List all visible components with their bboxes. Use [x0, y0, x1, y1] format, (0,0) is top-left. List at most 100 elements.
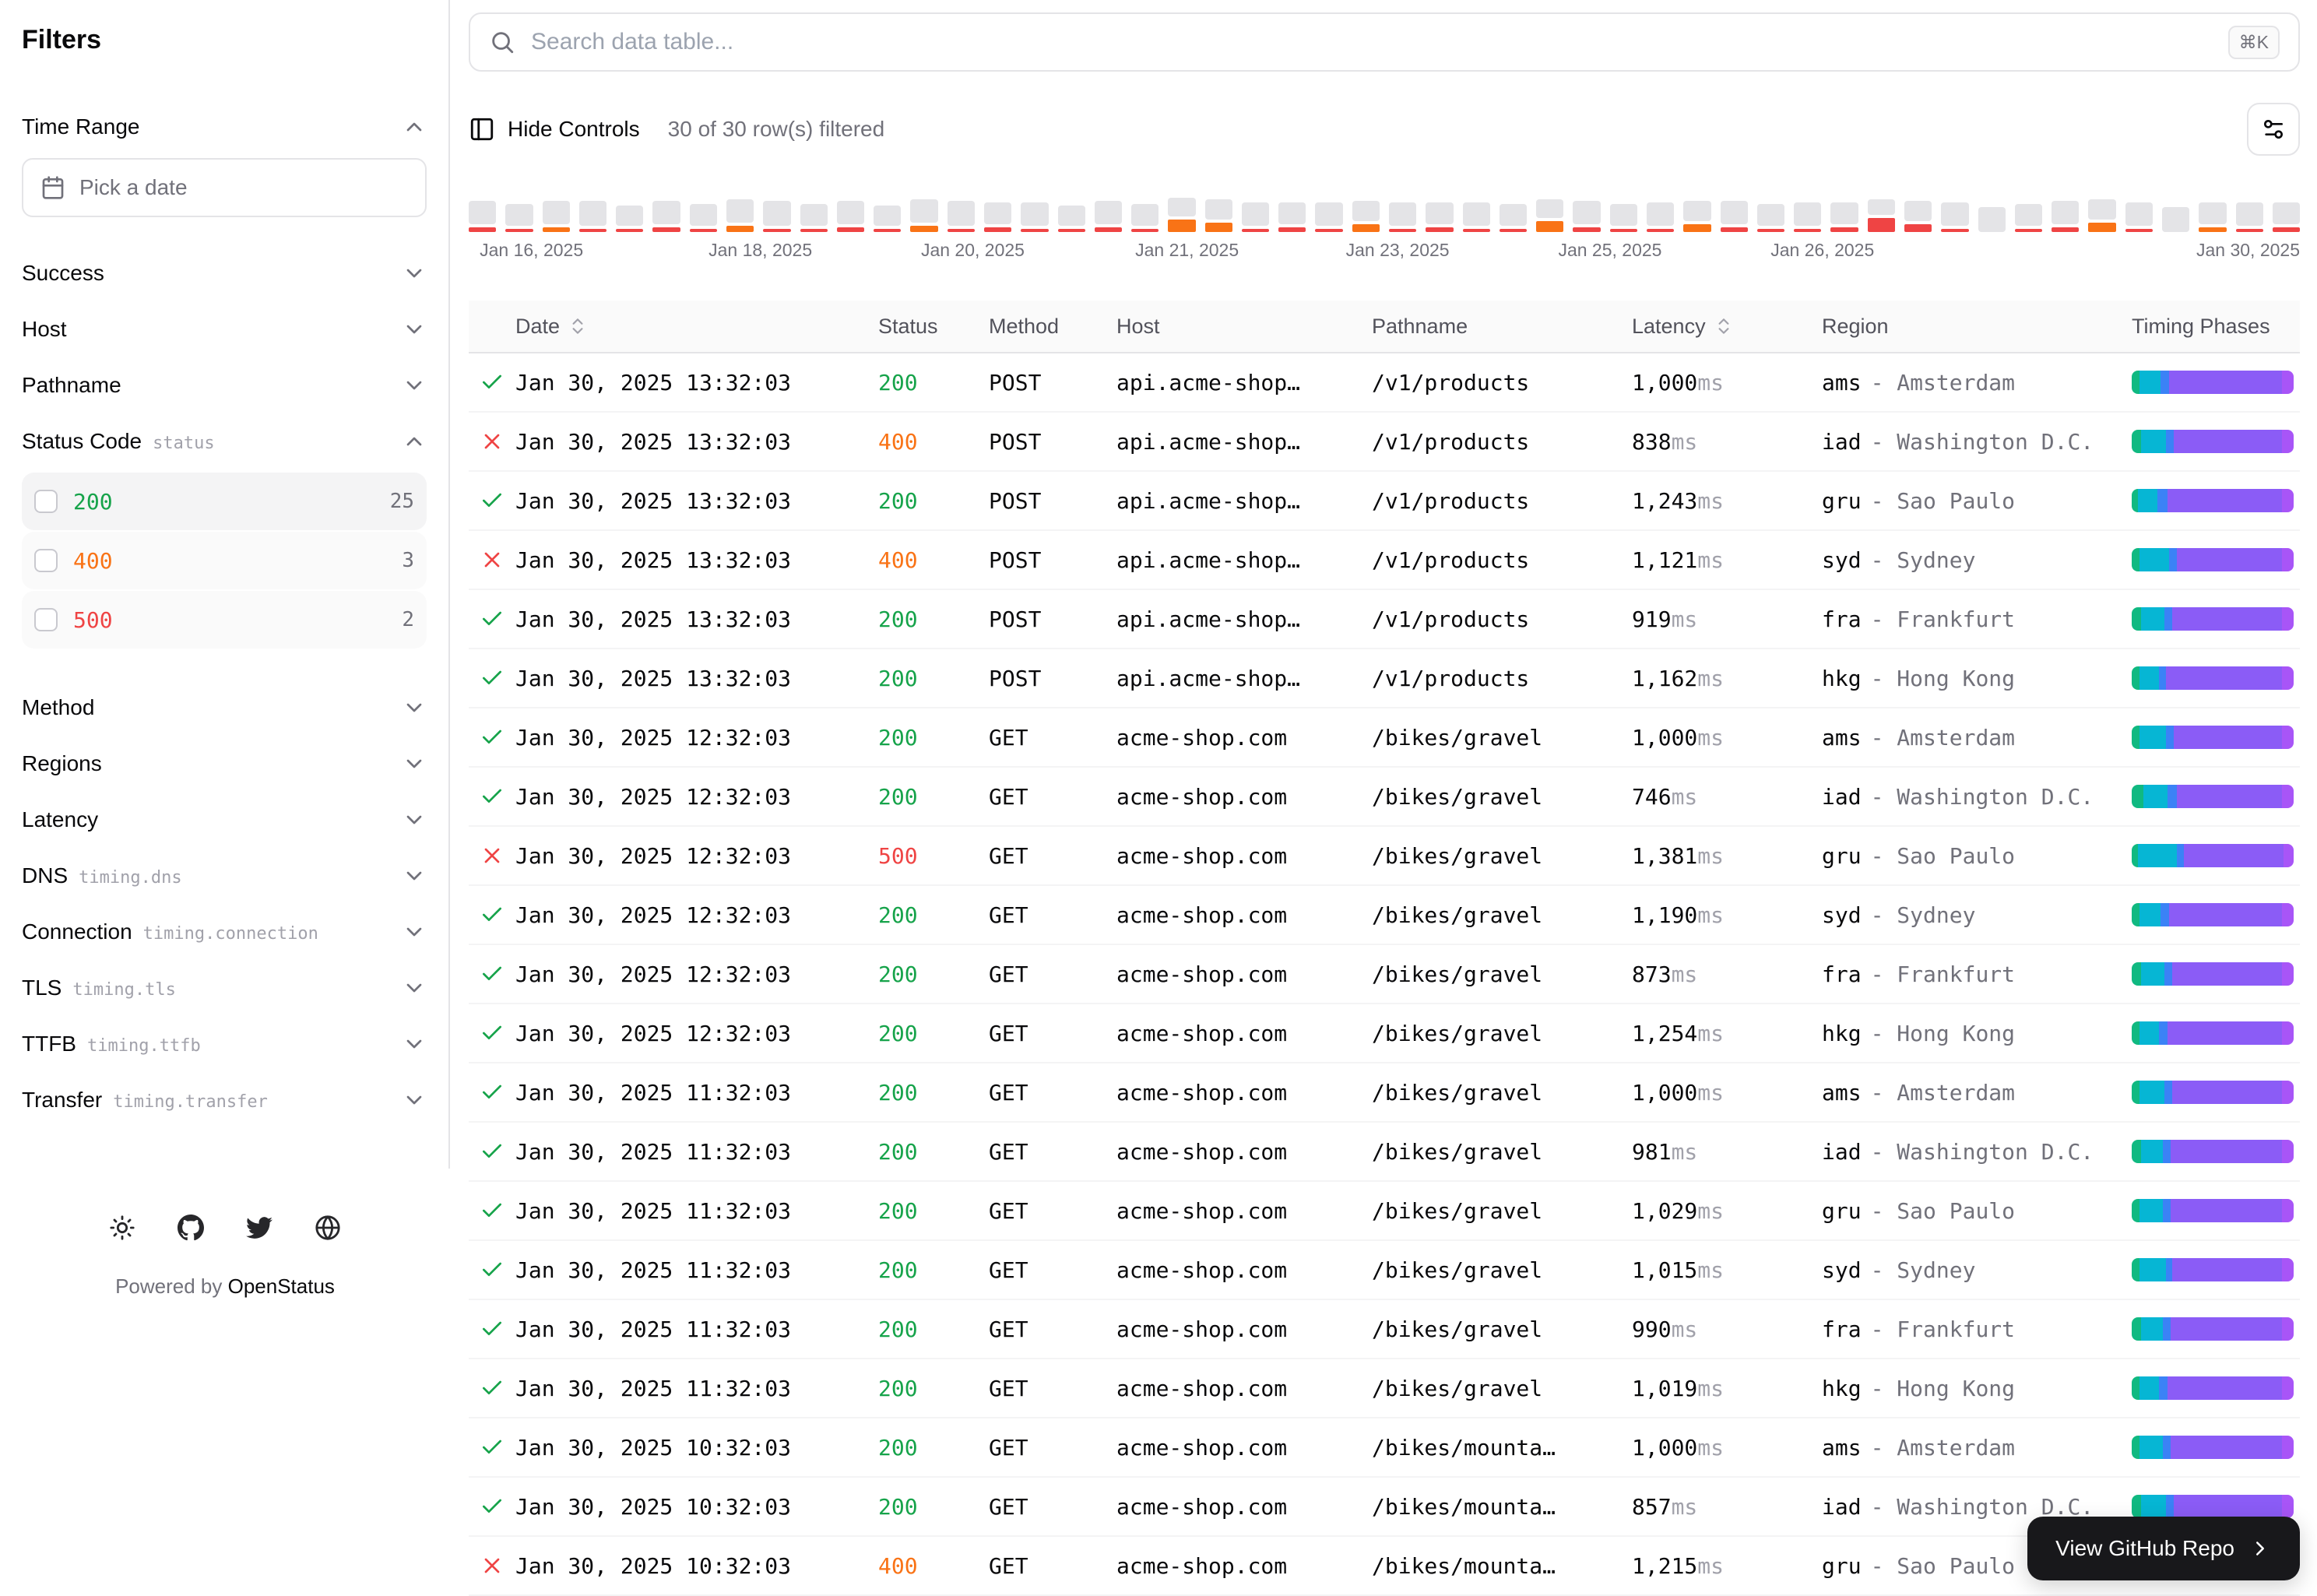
timeline-bar[interactable]: [726, 195, 754, 232]
timeline-bar[interactable]: [763, 195, 790, 232]
timeline-bar[interactable]: [1830, 195, 1858, 232]
timeline-bar[interactable]: [800, 195, 828, 232]
timeline-bar[interactable]: [1904, 195, 1932, 232]
table-row[interactable]: Jan 30, 2025 13:32:03200POSTapi.acme-sho…: [469, 472, 2300, 531]
github-link-button[interactable]: [166, 1203, 216, 1253]
table-row[interactable]: Jan 30, 2025 11:32:03200GETacme-shop.com…: [469, 1300, 2300, 1359]
timeline-bar[interactable]: [1058, 195, 1085, 232]
filter-section-toggle-latency[interactable]: Latency: [22, 792, 427, 848]
timeline-bar[interactable]: [1242, 195, 1269, 232]
table-row[interactable]: Jan 30, 2025 11:32:03200GETacme-shop.com…: [469, 1123, 2300, 1182]
timeline-bar[interactable]: [2273, 195, 2300, 232]
timeline-bar[interactable]: [2236, 195, 2263, 232]
timeline-bar[interactable]: [1573, 195, 1600, 232]
twitter-link-button[interactable]: [234, 1203, 284, 1253]
timeline-bar[interactable]: [1426, 195, 1453, 232]
timeline-bar[interactable]: [1168, 195, 1195, 232]
website-link-button[interactable]: [303, 1203, 353, 1253]
timeline-bar[interactable]: [1205, 195, 1232, 232]
table-row[interactable]: Jan 30, 2025 11:32:03200GETacme-shop.com…: [469, 1241, 2300, 1300]
timeline-bar[interactable]: [469, 195, 496, 232]
timeline-bar[interactable]: [505, 195, 533, 232]
timeline-bar[interactable]: [1463, 195, 1490, 232]
timeline-bar[interactable]: [2052, 195, 2079, 232]
table-row[interactable]: Jan 30, 2025 10:32:03200GETacme-shop.com…: [469, 1478, 2300, 1537]
table-row[interactable]: Jan 30, 2025 13:32:03400POSTapi.acme-sho…: [469, 413, 2300, 472]
timeline-bar[interactable]: [2015, 195, 2042, 232]
table-row[interactable]: Jan 30, 2025 12:32:03200GETacme-shop.com…: [469, 1004, 2300, 1063]
table-row[interactable]: Jan 30, 2025 11:32:03200GETacme-shop.com…: [469, 1182, 2300, 1241]
timeline-bar[interactable]: [652, 195, 680, 232]
timeline-bar[interactable]: [1352, 195, 1380, 232]
timeline-bar[interactable]: [1278, 195, 1306, 232]
table-row[interactable]: Jan 30, 2025 10:32:03200GETacme-shop.com…: [469, 1418, 2300, 1478]
status-option-500[interactable]: 5002: [22, 591, 427, 649]
timeline-bar[interactable]: [984, 195, 1011, 232]
timeline-bar[interactable]: [1757, 195, 1784, 232]
hide-controls-button[interactable]: Hide Controls: [469, 116, 640, 142]
timeline-bar[interactable]: [2162, 195, 2189, 232]
timeline-bar[interactable]: [1647, 195, 1674, 232]
timeline-bar[interactable]: [690, 195, 717, 232]
table-row[interactable]: Jan 30, 2025 13:32:03200POSTapi.acme-sho…: [469, 353, 2300, 413]
filter-section-toggle-ttfb[interactable]: TTFBtiming.ttfb: [22, 1016, 427, 1072]
filter-section-toggle-status-code[interactable]: Status Codestatus: [22, 413, 427, 469]
search-input[interactable]: [531, 29, 2213, 55]
filter-section-toggle-regions[interactable]: Regions: [22, 736, 427, 792]
timeline-bar[interactable]: [1389, 195, 1416, 232]
table-row[interactable]: Jan 30, 2025 12:32:03200GETacme-shop.com…: [469, 945, 2300, 1004]
table-row[interactable]: Jan 30, 2025 13:32:03200POSTapi.acme-sho…: [469, 649, 2300, 708]
timeline-bar[interactable]: [837, 195, 864, 232]
date-picker-trigger[interactable]: Pick a date: [22, 158, 427, 217]
table-row[interactable]: Jan 30, 2025 11:32:03200GETacme-shop.com…: [469, 1063, 2300, 1123]
theme-toggle-button[interactable]: [97, 1203, 147, 1253]
timeline-bar[interactable]: [1315, 195, 1342, 232]
table-row[interactable]: Jan 30, 2025 13:32:03400POSTapi.acme-sho…: [469, 531, 2300, 590]
timeline-bar[interactable]: [1683, 195, 1711, 232]
timeline-bar[interactable]: [1794, 195, 1821, 232]
timeline-bar[interactable]: [1868, 195, 1895, 232]
checkbox-icon[interactable]: [34, 490, 58, 513]
timeline-bar[interactable]: [1021, 195, 1048, 232]
timeline-bar[interactable]: [1978, 195, 2006, 232]
timeline-bar[interactable]: [948, 195, 975, 232]
table-row[interactable]: Jan 30, 2025 12:32:03200GETacme-shop.com…: [469, 708, 2300, 768]
timeline-bar[interactable]: [543, 195, 570, 232]
timeline-bar[interactable]: [1536, 195, 1563, 232]
timeline-bar[interactable]: [579, 195, 606, 232]
status-option-200[interactable]: 20025: [22, 473, 427, 530]
filter-section-toggle-time-range[interactable]: Time Range: [22, 99, 427, 155]
filter-section-toggle-dns[interactable]: DNStiming.dns: [22, 848, 427, 904]
timeline-bar[interactable]: [1610, 195, 1637, 232]
filter-section-toggle-transfer[interactable]: Transfertiming.transfer: [22, 1072, 427, 1128]
status-option-400[interactable]: 4003: [22, 532, 427, 589]
timeline-bar[interactable]: [616, 195, 643, 232]
timeline-bar[interactable]: [1131, 195, 1158, 232]
column-header-date[interactable]: Date: [515, 315, 878, 339]
filter-section-toggle-host[interactable]: Host: [22, 301, 427, 357]
filter-section-toggle-method[interactable]: Method: [22, 680, 427, 736]
timeline-bar[interactable]: [2199, 195, 2226, 232]
view-github-repo-button[interactable]: View GitHub Repo: [2027, 1517, 2300, 1580]
timeline-bar[interactable]: [1941, 195, 1968, 232]
filter-section-toggle-connection[interactable]: Connectiontiming.connection: [22, 904, 427, 960]
table-row[interactable]: Jan 30, 2025 12:32:03200GETacme-shop.com…: [469, 768, 2300, 827]
timeline-bar[interactable]: [1500, 195, 1527, 232]
timeline-bar[interactable]: [910, 195, 937, 232]
timeline-bar[interactable]: [2125, 195, 2153, 232]
table-row[interactable]: Jan 30, 2025 12:32:03200GETacme-shop.com…: [469, 886, 2300, 945]
timeline-bar[interactable]: [1721, 195, 1748, 232]
checkbox-icon[interactable]: [34, 549, 58, 572]
timeline-bar[interactable]: [2088, 195, 2115, 232]
view-options-button[interactable]: [2247, 103, 2300, 156]
timeline-bar[interactable]: [874, 195, 901, 232]
timeline-bar[interactable]: [1095, 195, 1122, 232]
checkbox-icon[interactable]: [34, 608, 58, 631]
filter-section-toggle-tls[interactable]: TLStiming.tls: [22, 960, 427, 1016]
column-header-latency[interactable]: Latency: [1632, 315, 1822, 339]
openstatus-link[interactable]: OpenStatus: [228, 1274, 335, 1298]
filter-section-toggle-success[interactable]: Success: [22, 245, 427, 301]
table-row[interactable]: Jan 30, 2025 12:32:03500GETacme-shop.com…: [469, 827, 2300, 886]
table-row[interactable]: Jan 30, 2025 13:32:03200POSTapi.acme-sho…: [469, 590, 2300, 649]
filter-section-toggle-pathname[interactable]: Pathname: [22, 357, 427, 413]
